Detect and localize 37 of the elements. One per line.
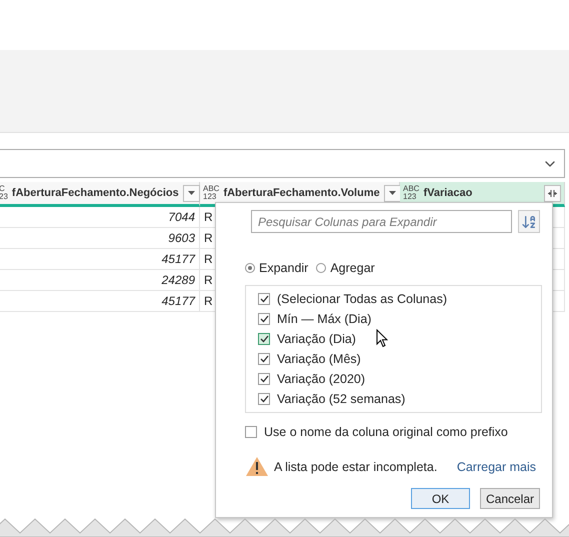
cancel-button[interactable]: Cancelar (480, 488, 540, 509)
checkmark-icon (260, 375, 268, 383)
column-name: fVariacao (423, 187, 474, 199)
search-field[interactable]: Pesquisar Colunas para Expandir (251, 210, 512, 233)
warning-text: A lista pode estar incompleta. (274, 460, 438, 474)
sort-button[interactable] (518, 210, 540, 233)
type-icon: ABC 123 (403, 185, 420, 201)
expand-column-button[interactable] (544, 184, 561, 202)
checkmark-icon (260, 355, 268, 363)
table-cell: 45177 (0, 249, 200, 270)
mouse-cursor-icon (376, 329, 388, 348)
table-cell: 9603 (0, 228, 200, 249)
checkmark-icon (260, 315, 268, 323)
expand-arrows-icon (547, 188, 558, 198)
checkmark-icon (260, 335, 268, 343)
column-checkbox[interactable]: Mín — Máx (Dia) (258, 309, 541, 329)
column-name: fAberturaFechamento.Volume (223, 187, 380, 199)
checkmark-icon (260, 295, 268, 303)
column-checkbox[interactable]: Variação (Mês) (258, 349, 541, 369)
prefix-checkbox[interactable]: Use o nome da coluna original como prefixo (245, 422, 540, 442)
sort-icon (521, 214, 537, 230)
column-checkbox[interactable]: Variação (Dia) (258, 329, 541, 349)
column-checkbox[interactable]: Variação (52 semanas) (258, 389, 541, 409)
table-cell: 24289 (0, 270, 200, 291)
type-icon: ABC 123 (203, 185, 220, 201)
table-cell: 45177 (0, 291, 200, 312)
filter-dropdown-button[interactable] (182, 184, 200, 202)
checkmark-icon (260, 395, 268, 403)
dropdown-arrow-icon (388, 191, 396, 195)
filter-dropdown-button[interactable] (384, 184, 401, 202)
ok-button[interactable]: OK (411, 488, 470, 509)
column-name: fAberturaFechamento.Negócios (12, 187, 179, 199)
column-checkbox[interactable]: Variação (2020) (258, 369, 541, 389)
dropdown-arrow-icon (188, 191, 195, 195)
load-more-link[interactable]: Carregar mais (456, 460, 536, 474)
table-cell: 7044 (0, 207, 200, 228)
warning-icon (245, 456, 269, 477)
